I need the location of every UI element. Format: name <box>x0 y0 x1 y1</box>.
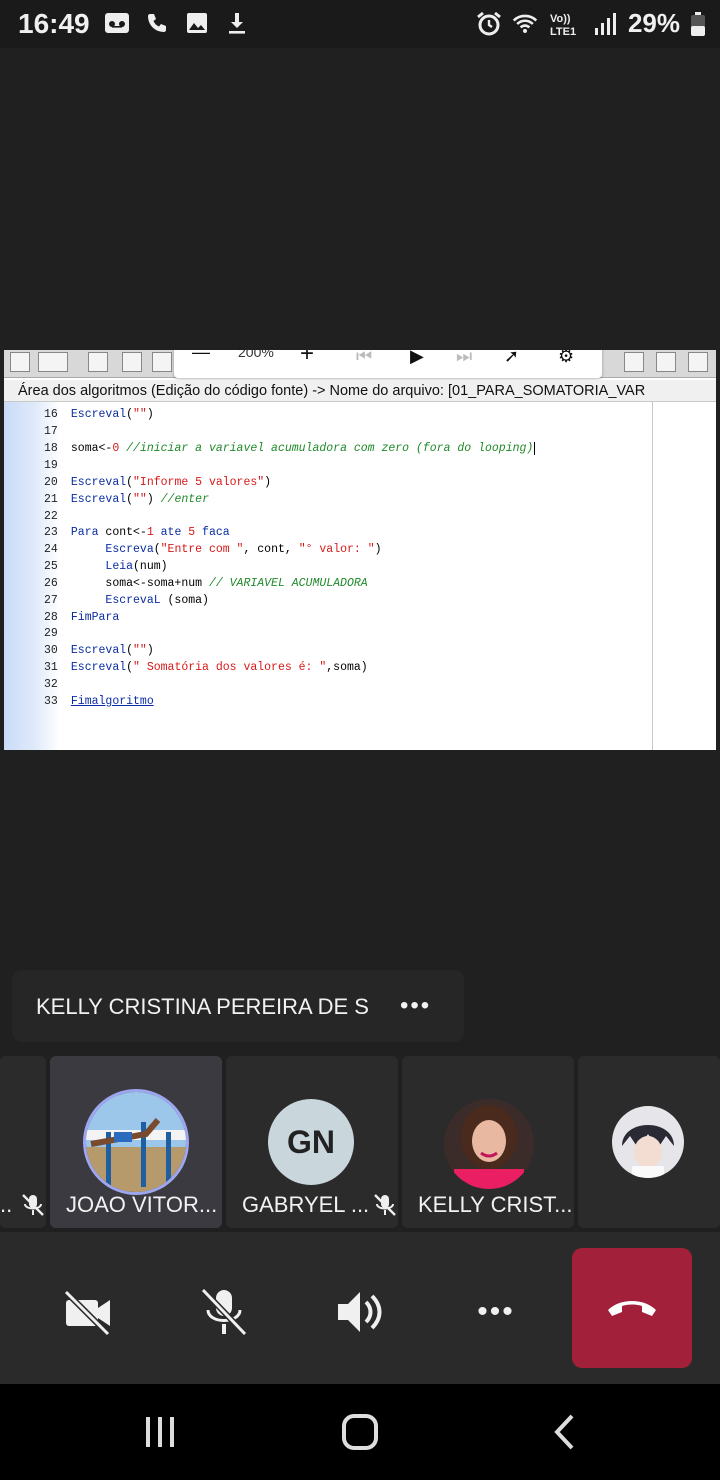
zoom-out-icon[interactable]: — <box>192 350 210 363</box>
participant-tile[interactable] <box>578 1056 720 1228</box>
camera-off-icon[interactable] <box>60 1284 116 1340</box>
recent-apps-icon[interactable] <box>140 1412 180 1452</box>
more-options-icon[interactable]: ••• <box>468 1284 524 1340</box>
folder-icon <box>152 352 172 372</box>
shared-screen[interactable]: — 200% + ⏮ ▶ ⏭ ➚ ⚙ Área dos algoritmos (… <box>4 350 716 750</box>
volte-icon: Vo)) LTE1 <box>548 11 582 37</box>
code-line: 27 EscrevaL (soma) <box>44 594 209 607</box>
avatar <box>612 1106 684 1178</box>
print-icon <box>122 352 142 372</box>
code-line: 31 Escreval(" Somatória dos valores é: "… <box>44 661 368 674</box>
avatar <box>444 1099 534 1189</box>
skip-back-icon[interactable]: ⏮ <box>356 350 372 367</box>
participant-name: KELLY CRIST... <box>418 1192 573 1217</box>
home-icon[interactable] <box>340 1412 380 1452</box>
binoculars-icon <box>624 352 644 372</box>
play-icon[interactable]: ▶ <box>410 350 424 367</box>
avatar-initials: GN <box>268 1099 354 1185</box>
battery-percent: 29% <box>627 8 680 38</box>
call-controls: ••• <box>0 1232 720 1384</box>
code-line: 32 <box>44 678 58 691</box>
code-editor[interactable]: 16 Escreval("") 17 18 soma<-0 //iniciar … <box>4 402 716 750</box>
android-nav-bar <box>0 1384 720 1480</box>
presenter-more-icon[interactable]: ••• <box>400 992 431 1020</box>
editor-margin-line <box>652 402 653 750</box>
voicemail-icon <box>104 10 130 36</box>
settings-gear-icon[interactable]: ⚙ <box>558 350 574 367</box>
code-line: 26 soma<-soma+num // VARIAVEL ACUMULADOR… <box>44 577 368 590</box>
presentation-zoom-bar[interactable]: — 200% + ⏮ ▶ ⏭ ➚ ⚙ <box>174 350 602 378</box>
battery-icon <box>690 11 706 37</box>
code-line: 30 Escreval("") <box>44 644 154 657</box>
code-line: 19 <box>44 459 58 472</box>
participant-tile[interactable]: GN GABRYEL ... <box>226 1056 398 1228</box>
code-line: 22 <box>44 510 58 523</box>
signal-icon <box>592 11 618 37</box>
zoom-in-icon[interactable]: + <box>300 350 314 368</box>
code-line: 21 Escreval("") //enter <box>44 493 209 506</box>
participant-tile[interactable]: JOAO VITOR... <box>50 1056 222 1228</box>
mic-off-icon[interactable] <box>196 1284 252 1340</box>
speaker-icon[interactable] <box>332 1284 388 1340</box>
code-line: 29 <box>44 627 58 640</box>
code-line: 20 Escreval("Informe 5 valores") <box>44 476 272 489</box>
pointer-icon[interactable]: ➚ <box>504 350 519 367</box>
participant-name: GABRYEL ... <box>242 1192 370 1217</box>
hang-up-button[interactable] <box>572 1248 692 1368</box>
status-time: 16:49 <box>18 8 90 39</box>
save-icon <box>88 352 108 372</box>
participant-name: .. <box>0 1192 13 1217</box>
phone-icon <box>144 10 170 36</box>
presenter-name-bar[interactable]: KELLY CRISTINA PEREIRA DE S ••• <box>12 970 464 1042</box>
presenter-name: KELLY CRISTINA PEREIRA DE S <box>36 994 369 1019</box>
participant-name: JOAO VITOR... <box>66 1192 218 1217</box>
zoom-level: 200% <box>238 350 274 360</box>
skip-forward-icon[interactable]: ⏭ <box>456 350 472 367</box>
editor-title: Área dos algoritmos (Edição do código fo… <box>4 380 716 402</box>
download-icon <box>224 10 250 36</box>
new-file-icon <box>10 352 30 372</box>
app-root: 16:49 Vo)) LTE1 29% — 200% + ⏮ ▶ ⏭ ➚ ⚙ Á… <box>0 0 720 1480</box>
code-line: 17 <box>44 425 58 438</box>
alarm-icon <box>476 11 502 37</box>
code-line: 18 soma<-0 //iniciar a variavel acumulad… <box>44 442 536 455</box>
hang-up-icon <box>608 1301 656 1316</box>
code-line: 33 Fimalgoritmo <box>44 695 154 708</box>
avatar <box>83 1089 189 1195</box>
svg-text:Vo)): Vo)) <box>550 13 571 25</box>
mic-off-icon <box>372 1192 398 1218</box>
code-line: 28 FimPara <box>44 611 120 624</box>
code-line: 24 Escreva("Entre com ", cont, "° valor:… <box>44 543 382 556</box>
svg-text:LTE1: LTE1 <box>550 26 576 37</box>
code-line: 25 Leia(num) <box>44 560 168 573</box>
participant-tile[interactable]: .. <box>0 1056 46 1228</box>
status-bar: 16:49 Vo)) LTE1 29% <box>0 0 720 48</box>
open-file-icon <box>38 352 68 372</box>
mic-off-icon <box>20 1192 46 1218</box>
replace-icon <box>688 352 708 372</box>
code-line: 16 Escreval("") <box>44 408 154 421</box>
participant-tile[interactable]: KELLY CRIST... <box>402 1056 574 1228</box>
image-icon <box>184 10 210 36</box>
ide-toolbar: — 200% + ⏮ ▶ ⏭ ➚ ⚙ <box>4 350 716 378</box>
back-icon[interactable] <box>544 1412 584 1452</box>
wifi-icon <box>512 11 538 37</box>
find-icon <box>656 352 676 372</box>
code-line: 23 Para cont<-1 ate 5 faca <box>44 526 230 539</box>
